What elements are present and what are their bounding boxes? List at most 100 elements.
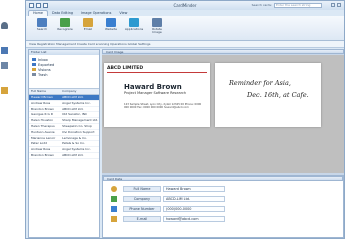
row-name: Georges R G D [31, 112, 54, 117]
folder-icon [1, 62, 8, 69]
row-name: Brandon Brown [31, 152, 55, 157]
rotate-image-button[interactable]: Rotate Image [147, 18, 167, 34]
card-person-title: Project Manager Software Research [124, 91, 187, 95]
user-icon [1, 22, 8, 29]
folder-inbox-label: Inbox [38, 57, 48, 62]
app-window: CardMinder Search cards: Enter the searc… [25, 0, 345, 239]
title-bar: CardMinder Search cards: Enter the searc… [26, 1, 344, 10]
website-icon [106, 18, 116, 27]
card-image-viewer[interactable]: ABCD LIMITED Haward Brown Project Manage… [102, 55, 344, 173]
table-row[interactable]: Brandon Brown ABCD-LIM Ltd. [29, 153, 99, 159]
exported-folder-icon [32, 63, 36, 66]
card-divider [107, 72, 207, 73]
row-company: Lemonage & Co. [62, 135, 87, 140]
column-header-full-name[interactable]: Full Name [29, 89, 60, 94]
field-label: E-mail [123, 216, 161, 222]
row-name: Helen Therapus [31, 123, 55, 128]
card-person-name: Haward Brown [124, 83, 182, 91]
email-field[interactable]: howard@abcd.com [163, 216, 225, 222]
folder-trash[interactable]: Trash [32, 72, 96, 77]
visions-folder-icon [32, 68, 36, 71]
email-icon [111, 216, 117, 222]
row-name: Andrew Ross [31, 100, 51, 105]
card-list: Full Name Company Haward Brown ABCD-LIM L… [29, 88, 99, 237]
row-company: ABCD-LIM Ltd. [62, 152, 84, 157]
left-rail [0, 0, 12, 244]
row-company: Angel Systems Inc. [62, 100, 91, 105]
trash-icon [32, 73, 36, 76]
card-address: 123 Sample Street, Lyon City, Xyzzz 1234… [124, 103, 202, 109]
row-name: Helen Houston [31, 118, 54, 123]
applications-icon [129, 18, 139, 27]
email-icon [1, 87, 8, 94]
row-company: ABCD-LIM Ltd. [62, 106, 84, 111]
row-company: Angel Systems Inc. [62, 147, 91, 152]
email-button-label: Email [83, 27, 93, 31]
field-phone: Phone Number (000)000-0000 [111, 205, 225, 213]
rotate-image-button-label: Rotate Image [152, 27, 162, 34]
minimize-icon[interactable] [331, 3, 335, 7]
phone-field[interactable]: (000)000-0000 [163, 206, 225, 212]
folder-pane: Folder List Inbox Exported Visions Trash… [28, 49, 100, 238]
card-viewer-title: Card Image [102, 49, 344, 54]
card-front-image[interactable]: ABCD LIMITED Haward Brown Project Manage… [104, 63, 210, 127]
note-line-2: Dec. 16th, at Cafe. [247, 91, 309, 99]
full-name-field[interactable]: Haward Brown [163, 186, 225, 192]
field-full-name: Full Name Haward Brown [111, 185, 225, 193]
note-line-1: Reminder for Asia, [229, 79, 291, 87]
search-label: Search cards: [251, 3, 272, 7]
ribbon: Search Recognize Email Website Applicati… [26, 16, 344, 41]
phone-icon [111, 206, 117, 212]
row-company: Ovi Donation Support [62, 129, 95, 134]
search-button[interactable]: Search [32, 18, 52, 31]
column-header-company[interactable]: Company [60, 89, 99, 94]
website-button-label: Website [105, 27, 117, 31]
recognize-button[interactable]: Recognize [55, 18, 75, 31]
row-company: Sheepskin Co. Shop [62, 123, 92, 128]
rotate-icon [152, 18, 162, 27]
email-icon [83, 18, 93, 27]
row-company: ABCD-LIM Ltd. [62, 95, 84, 99]
inbox-folder-icon [32, 58, 36, 61]
folder-visions-label: Visions [38, 67, 51, 72]
card-company: ABCD LIMITED [107, 66, 144, 71]
row-name: Andrew Ross [31, 147, 51, 152]
row-name: Haward Brown [31, 95, 53, 99]
field-email: E-mail howard@abcd.com [111, 215, 225, 223]
maximize-icon[interactable] [337, 3, 341, 7]
field-label: Full Name [123, 186, 161, 192]
row-name: Brandon Brown [31, 106, 55, 111]
row-company: Petals & So Co. [62, 141, 85, 146]
card-data-pane: Card Data Full Name Haward Brown Company… [102, 175, 344, 238]
search-icon [37, 18, 47, 27]
document-icon [1, 47, 8, 54]
card-back-image[interactable]: Reminder for Asia, Dec. 16th, at Cafe. [215, 63, 321, 127]
card-viewer-pane: Card Image ABCD LIMITED Haward Brown Pro… [102, 49, 344, 238]
person-icon [111, 186, 117, 192]
field-company: Company ABCD-LIM Ltd. [111, 195, 225, 203]
row-company: Old Senator, INC [62, 112, 88, 117]
folder-exported-label: Exported [38, 62, 55, 67]
company-icon [111, 196, 117, 202]
folder-trash-label: Trash [38, 72, 48, 77]
row-name: Peter Lodd [31, 141, 48, 146]
applications-button[interactable]: Applications [124, 18, 144, 31]
company-field[interactable]: ABCD-LIM Ltd. [163, 196, 225, 202]
folder-list: Inbox Exported Visions Trash [29, 55, 99, 79]
search-button-label: Search [36, 27, 48, 31]
field-label: Company [123, 196, 161, 202]
field-label: Phone Number [123, 206, 161, 212]
recognize-icon [60, 18, 70, 27]
card-data-title: Card Data [103, 176, 343, 181]
website-button[interactable]: Website [101, 18, 121, 31]
ribbon-group-labels: View Registration Management Create Card… [26, 41, 344, 48]
row-name: Marianne Lenoir [31, 135, 56, 140]
recognize-button-label: Recognize [57, 27, 73, 31]
row-company: Sharp Management Ltd. [62, 118, 99, 123]
card-handwritten-note: Reminder for Asia, Dec. 16th, at Cafe. [229, 77, 309, 101]
email-button[interactable]: Email [78, 18, 98, 31]
search-input[interactable]: Enter the search string [274, 3, 322, 8]
window-controls [331, 3, 341, 7]
row-name: Huntson Avenie [31, 129, 55, 134]
applications-button-label: Applications [124, 27, 144, 31]
